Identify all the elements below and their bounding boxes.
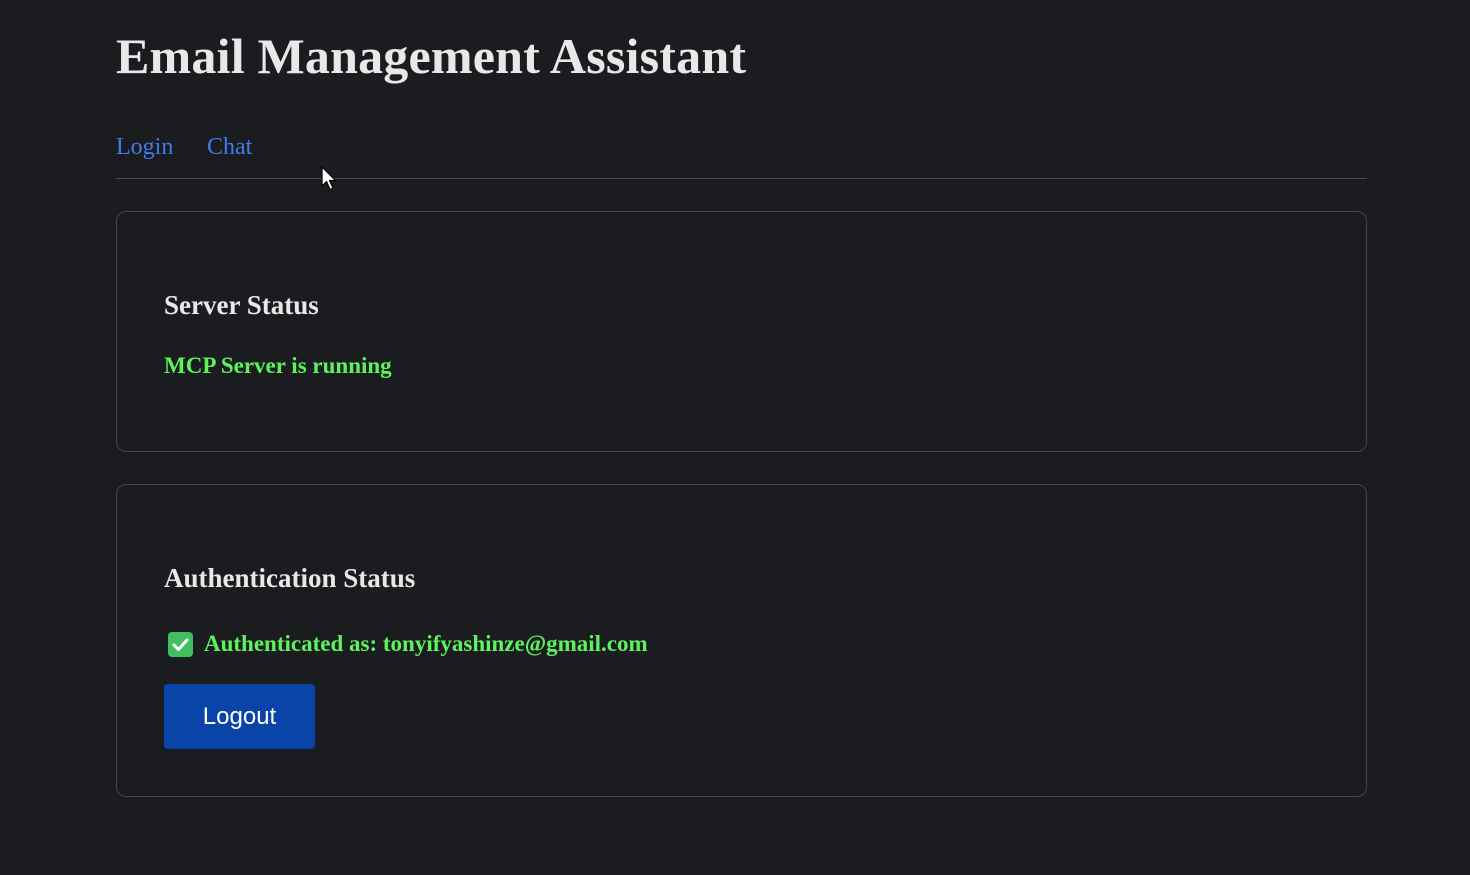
auth-status-message: Authenticated as: tonyifyashinze@gmail.c… <box>204 631 648 656</box>
nav-link-chat[interactable]: Chat <box>207 132 252 162</box>
logout-button[interactable]: Logout <box>164 684 315 749</box>
auth-status-card: Authentication Status Authenticated as: … <box>116 484 1367 797</box>
check-mark-icon <box>168 631 193 657</box>
auth-status-line: Authenticated as: tonyifyashinze@gmail.c… <box>168 631 648 657</box>
mouse-pointer-icon <box>321 166 337 191</box>
page-title: Email Management Assistant <box>116 28 747 84</box>
server-status-message: MCP Server is running <box>164 353 392 378</box>
server-status-card: Server Status MCP Server is running <box>116 211 1367 452</box>
main-nav: Login Chat <box>116 130 1367 179</box>
server-status-heading: Server Status <box>164 290 319 320</box>
auth-status-heading: Authentication Status <box>164 563 416 593</box>
nav-link-login[interactable]: Login <box>116 132 173 162</box>
